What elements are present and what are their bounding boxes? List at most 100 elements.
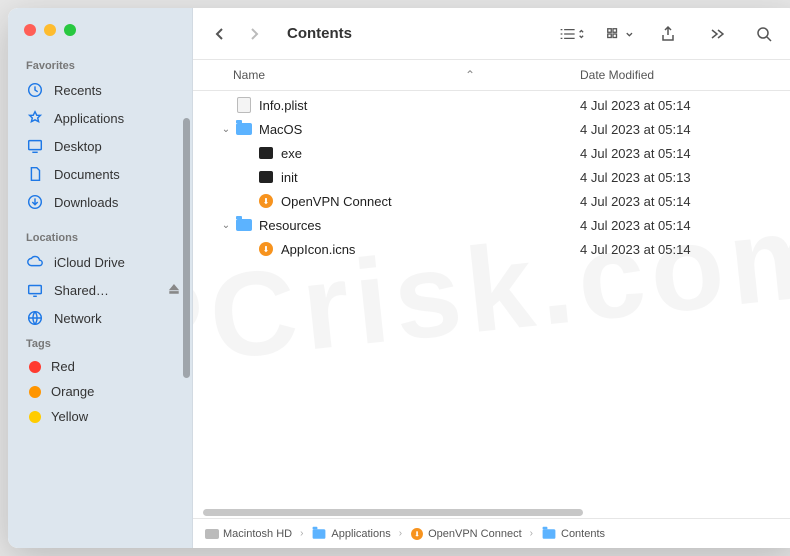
sidebar-item-label: Applications — [54, 111, 124, 126]
app-icon: ⬇ — [259, 242, 273, 256]
sidebar-item-label: Yellow — [51, 409, 88, 424]
file-date: 4 Jul 2023 at 05:14 — [580, 122, 780, 137]
sidebar: Favorites Recents Applications Desktop D… — [8, 8, 193, 548]
column-header: Name ⌃ Date Modified — [193, 60, 790, 91]
sidebar-item-label: Desktop — [54, 139, 102, 154]
toolbar: Contents — [193, 8, 790, 60]
sidebar-item-documents[interactable]: Documents — [8, 160, 192, 188]
path-separator-icon: › — [300, 528, 303, 539]
downloads-icon — [26, 193, 44, 211]
sidebar-item-label: Downloads — [54, 195, 118, 210]
file-date: 4 Jul 2023 at 05:14 — [580, 146, 780, 161]
column-name[interactable]: Name ⌃ — [233, 68, 580, 82]
tags-heading: Tags — [8, 332, 192, 354]
executable-icon — [259, 171, 273, 183]
file-date: 4 Jul 2023 at 05:14 — [580, 242, 780, 257]
file-row[interactable]: exe4 Jul 2023 at 05:14 — [193, 141, 790, 165]
locations-heading: Locations — [8, 226, 192, 248]
close-button[interactable] — [24, 24, 36, 36]
path-separator-icon: › — [530, 528, 533, 539]
path-label: Macintosh HD — [223, 528, 292, 540]
sidebar-item-label: Shared… — [54, 283, 109, 298]
file-row[interactable]: ⬇ AppIcon.icns4 Jul 2023 at 05:14 — [193, 237, 790, 261]
path-segment[interactable]: Macintosh HD — [205, 528, 292, 540]
file-date: 4 Jul 2023 at 05:14 — [580, 194, 780, 209]
window-controls — [8, 20, 192, 54]
column-date-label: Date Modified — [580, 68, 654, 82]
tag-dot-yellow — [29, 411, 41, 423]
path-label: Applications — [331, 528, 390, 540]
app-icon: ⬇ — [411, 528, 423, 540]
path-separator-icon: › — [399, 528, 402, 539]
file-date: 4 Jul 2023 at 05:14 — [580, 218, 780, 233]
file-row[interactable]: ⌄ Resources4 Jul 2023 at 05:14 — [193, 213, 790, 237]
file-list[interactable]: PCrisk.com Info.plist4 Jul 2023 at 05:14… — [193, 91, 790, 506]
forward-button[interactable] — [241, 20, 267, 48]
sidebar-item-label: Documents — [54, 167, 120, 182]
path-segment[interactable]: Applications — [311, 528, 390, 540]
share-button[interactable] — [654, 22, 682, 46]
file-name: init — [281, 170, 580, 185]
disclosure-triangle-icon[interactable]: ⌄ — [219, 124, 233, 135]
file-name: Resources — [259, 218, 580, 233]
sidebar-item-applications[interactable]: Applications — [8, 104, 192, 132]
zoom-button[interactable] — [64, 24, 76, 36]
sidebar-tag-red[interactable]: Red — [8, 354, 192, 379]
folder-icon — [236, 123, 252, 135]
file-row[interactable]: ⌄ MacOS4 Jul 2023 at 05:14 — [193, 117, 790, 141]
more-button[interactable] — [702, 22, 730, 46]
window-title: Contents — [287, 25, 352, 42]
path-segment[interactable]: Contents — [541, 528, 605, 540]
sidebar-item-label: Orange — [51, 384, 94, 399]
eject-icon[interactable] — [168, 283, 180, 298]
minimize-button[interactable] — [44, 24, 56, 36]
executable-icon — [259, 147, 273, 159]
sidebar-item-label: Red — [51, 359, 75, 374]
file-row[interactable]: ⬇OpenVPN Connect4 Jul 2023 at 05:14 — [193, 189, 790, 213]
clock-icon — [26, 81, 44, 99]
file-row[interactable]: Info.plist4 Jul 2023 at 05:14 — [193, 93, 790, 117]
back-button[interactable] — [207, 20, 233, 48]
documents-icon — [26, 165, 44, 183]
horizontal-scrollbar[interactable] — [203, 509, 583, 516]
sidebar-item-network[interactable]: Network — [8, 304, 192, 332]
plist-file-icon — [237, 97, 251, 113]
file-date: 4 Jul 2023 at 05:14 — [580, 98, 780, 113]
folder-icon — [313, 529, 326, 539]
sidebar-item-label: Recents — [54, 83, 102, 98]
column-name-label: Name — [233, 68, 265, 82]
folder-icon — [236, 219, 252, 231]
sidebar-tag-yellow[interactable]: Yellow — [8, 404, 192, 429]
sidebar-item-downloads[interactable]: Downloads — [8, 188, 192, 216]
file-name: MacOS — [259, 122, 580, 137]
disclosure-triangle-icon[interactable]: ⌄ — [219, 220, 233, 231]
view-list-button[interactable] — [558, 22, 586, 46]
tag-dot-red — [29, 361, 41, 373]
file-date: 4 Jul 2023 at 05:13 — [580, 170, 780, 185]
sort-indicator-icon: ⌃ — [465, 68, 475, 82]
drive-icon — [205, 529, 219, 539]
favorites-heading: Favorites — [8, 54, 192, 76]
sidebar-item-icloud[interactable]: iCloud Drive — [8, 248, 192, 276]
file-row[interactable]: init4 Jul 2023 at 05:13 — [193, 165, 790, 189]
sidebar-item-desktop[interactable]: Desktop — [8, 132, 192, 160]
sidebar-item-shared[interactable]: Shared… — [8, 276, 192, 304]
group-button[interactable] — [606, 22, 634, 46]
path-label: OpenVPN Connect — [428, 528, 522, 540]
sidebar-item-label: Network — [54, 311, 102, 326]
sidebar-item-label: iCloud Drive — [54, 255, 125, 270]
horizontal-scrollbar-track — [193, 506, 790, 518]
file-name: AppIcon.icns — [281, 242, 580, 257]
path-label: Contents — [561, 528, 605, 540]
cloud-icon — [26, 253, 44, 271]
sidebar-tag-orange[interactable]: Orange — [8, 379, 192, 404]
apps-icon — [26, 109, 44, 127]
column-date[interactable]: Date Modified — [580, 68, 780, 82]
path-segment[interactable]: ⬇ OpenVPN Connect — [410, 527, 522, 541]
tag-dot-orange — [29, 386, 41, 398]
file-name: exe — [281, 146, 580, 161]
sidebar-scrollbar[interactable] — [183, 118, 190, 378]
sidebar-item-recents[interactable]: Recents — [8, 76, 192, 104]
file-name: OpenVPN Connect — [281, 194, 580, 209]
search-button[interactable] — [750, 22, 778, 46]
